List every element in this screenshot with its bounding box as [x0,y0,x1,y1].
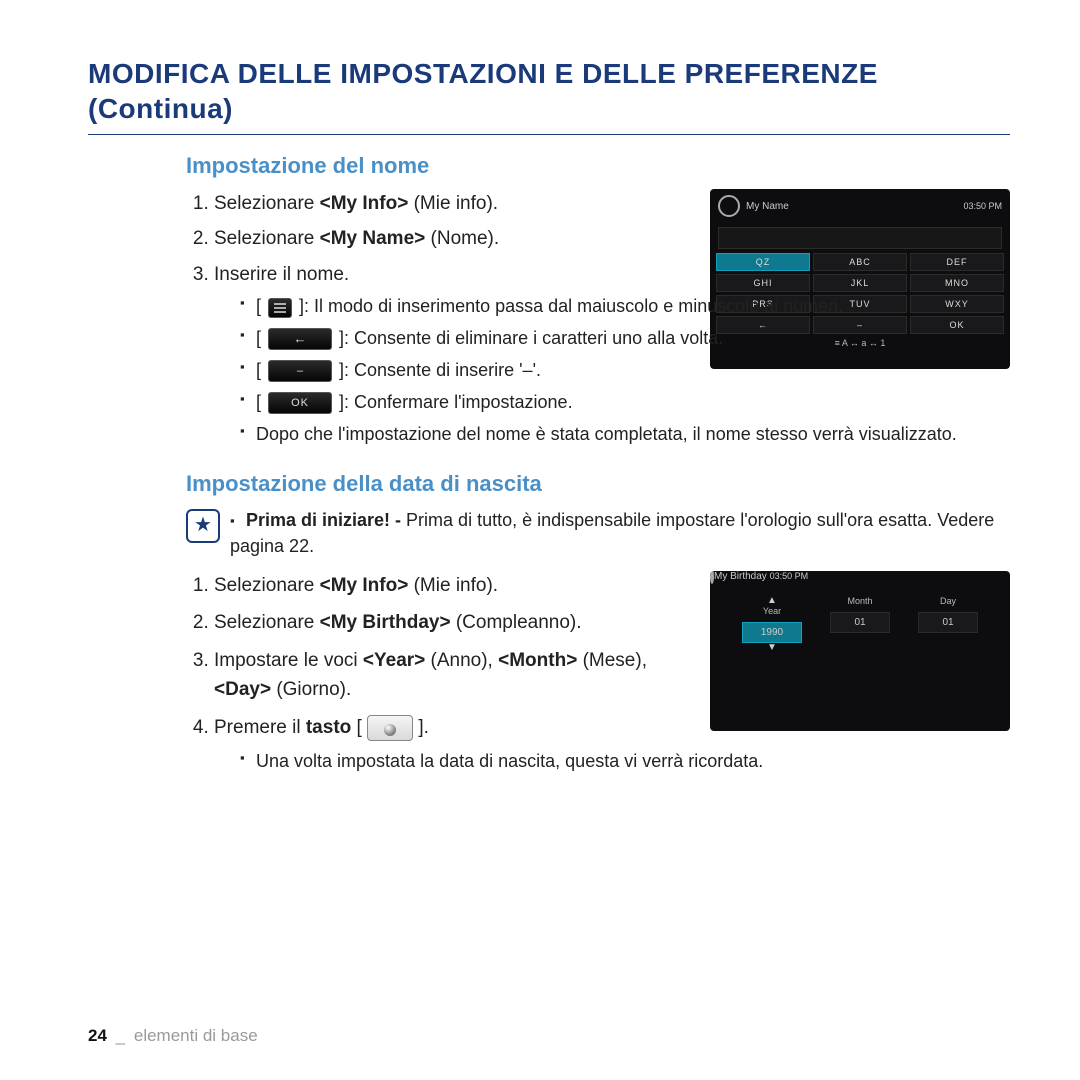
screen2-title: My Birthday [714,571,767,582]
page-number: 24 [88,1026,107,1045]
s2-step2: Selezionare <My Birthday> (Compleanno). [214,608,690,637]
device-screenshot-birthday: My Birthday 03:50 PM ▲ Year 1990 ▼ Month… [710,571,1010,731]
key-def[interactable]: DEF [910,253,1004,271]
ok-icon: OK [268,392,332,414]
year-spinner[interactable]: ▲ Year 1990 ▼ [742,596,802,653]
section-label: elementi di base [134,1026,258,1045]
sub-dash: [ – ]: Consente di inserire '–'. [240,357,1010,385]
s1-sublist: [ ]: Il modo di inserimento passa dal ma… [214,293,1010,448]
sub-backspace: [ ]: Consente di eliminare i caratteri u… [240,325,1010,353]
section1-content: My Name 03:50 PM QZ ABC DEF GHI JKL MNO … [186,189,1010,449]
screen2-clock: 03:50 PM [770,571,809,581]
s2-step3: Impostare le voci <Year> (Anno), <Month>… [214,646,690,705]
gear-icon-2 [710,571,714,584]
day-spinner[interactable]: Day 01 [918,596,978,653]
sub-ok: [ OK ]: Confermare l'impostazione. [240,389,1010,417]
screen1-clock: 03:50 PM [963,201,1002,211]
before-start-note: ★ ▪ Prima di iniziare! - Prima di tutto,… [186,507,1010,559]
key-ghi[interactable]: GHI [716,274,810,292]
section1-heading: Impostazione del nome [186,153,1010,179]
page-title: MODIFICA DELLE IMPOSTAZIONI E DELLE PREF… [88,56,1010,126]
section2-heading: Impostazione della data di nascita [186,471,1010,497]
key-mno[interactable]: MNO [910,274,1004,292]
page-footer: 24 _ elementi di base [88,1026,258,1046]
section2-steps: Selezionare <My Info> (Mie info). Selezi… [186,571,690,776]
gear-icon [718,195,740,217]
key-jkl[interactable]: JKL [813,274,907,292]
down-arrow-icon: ▼ [742,643,802,653]
s2-step4: Premere il tasto [ ]. Una volta impostat… [214,713,690,776]
screen1-title: My Name [746,201,789,212]
s2-sublist: Una volta impostata la data di nascita, … [214,748,1010,776]
s2-step1: Selezionare <My Info> (Mie info). [214,571,690,600]
s1-step2: Selezionare <My Name> (Nome). [214,224,690,253]
s1-step1: Selezionare <My Info> (Mie info). [214,189,690,218]
s1-step3: Inserire il nome. [ ]: Il modo di inseri… [214,260,690,449]
title-rule [88,134,1010,135]
sub-menu-mode: [ ]: Il modo di inserimento passa dal ma… [240,293,1010,321]
select-button-icon [367,715,413,741]
dash-icon: – [268,360,332,382]
up-arrow-icon: ▲ [742,596,802,606]
backspace-icon [268,328,332,350]
sub-done: Dopo che l'impostazione del nome è stata… [240,421,1010,449]
name-input-line [718,227,1002,249]
section2-content: My Birthday 03:50 PM ▲ Year 1990 ▼ Month… [186,571,1010,776]
month-spinner[interactable]: Month 01 [830,596,890,653]
key-qz[interactable]: QZ [716,253,810,271]
key-abc[interactable]: ABC [813,253,907,271]
star-icon: ★ [186,509,220,543]
s2-sub-done: Una volta impostata la data di nascita, … [240,748,1010,776]
section1-steps: Selezionare <My Info> (Mie info). Selezi… [186,189,690,449]
menu-icon [268,298,292,318]
